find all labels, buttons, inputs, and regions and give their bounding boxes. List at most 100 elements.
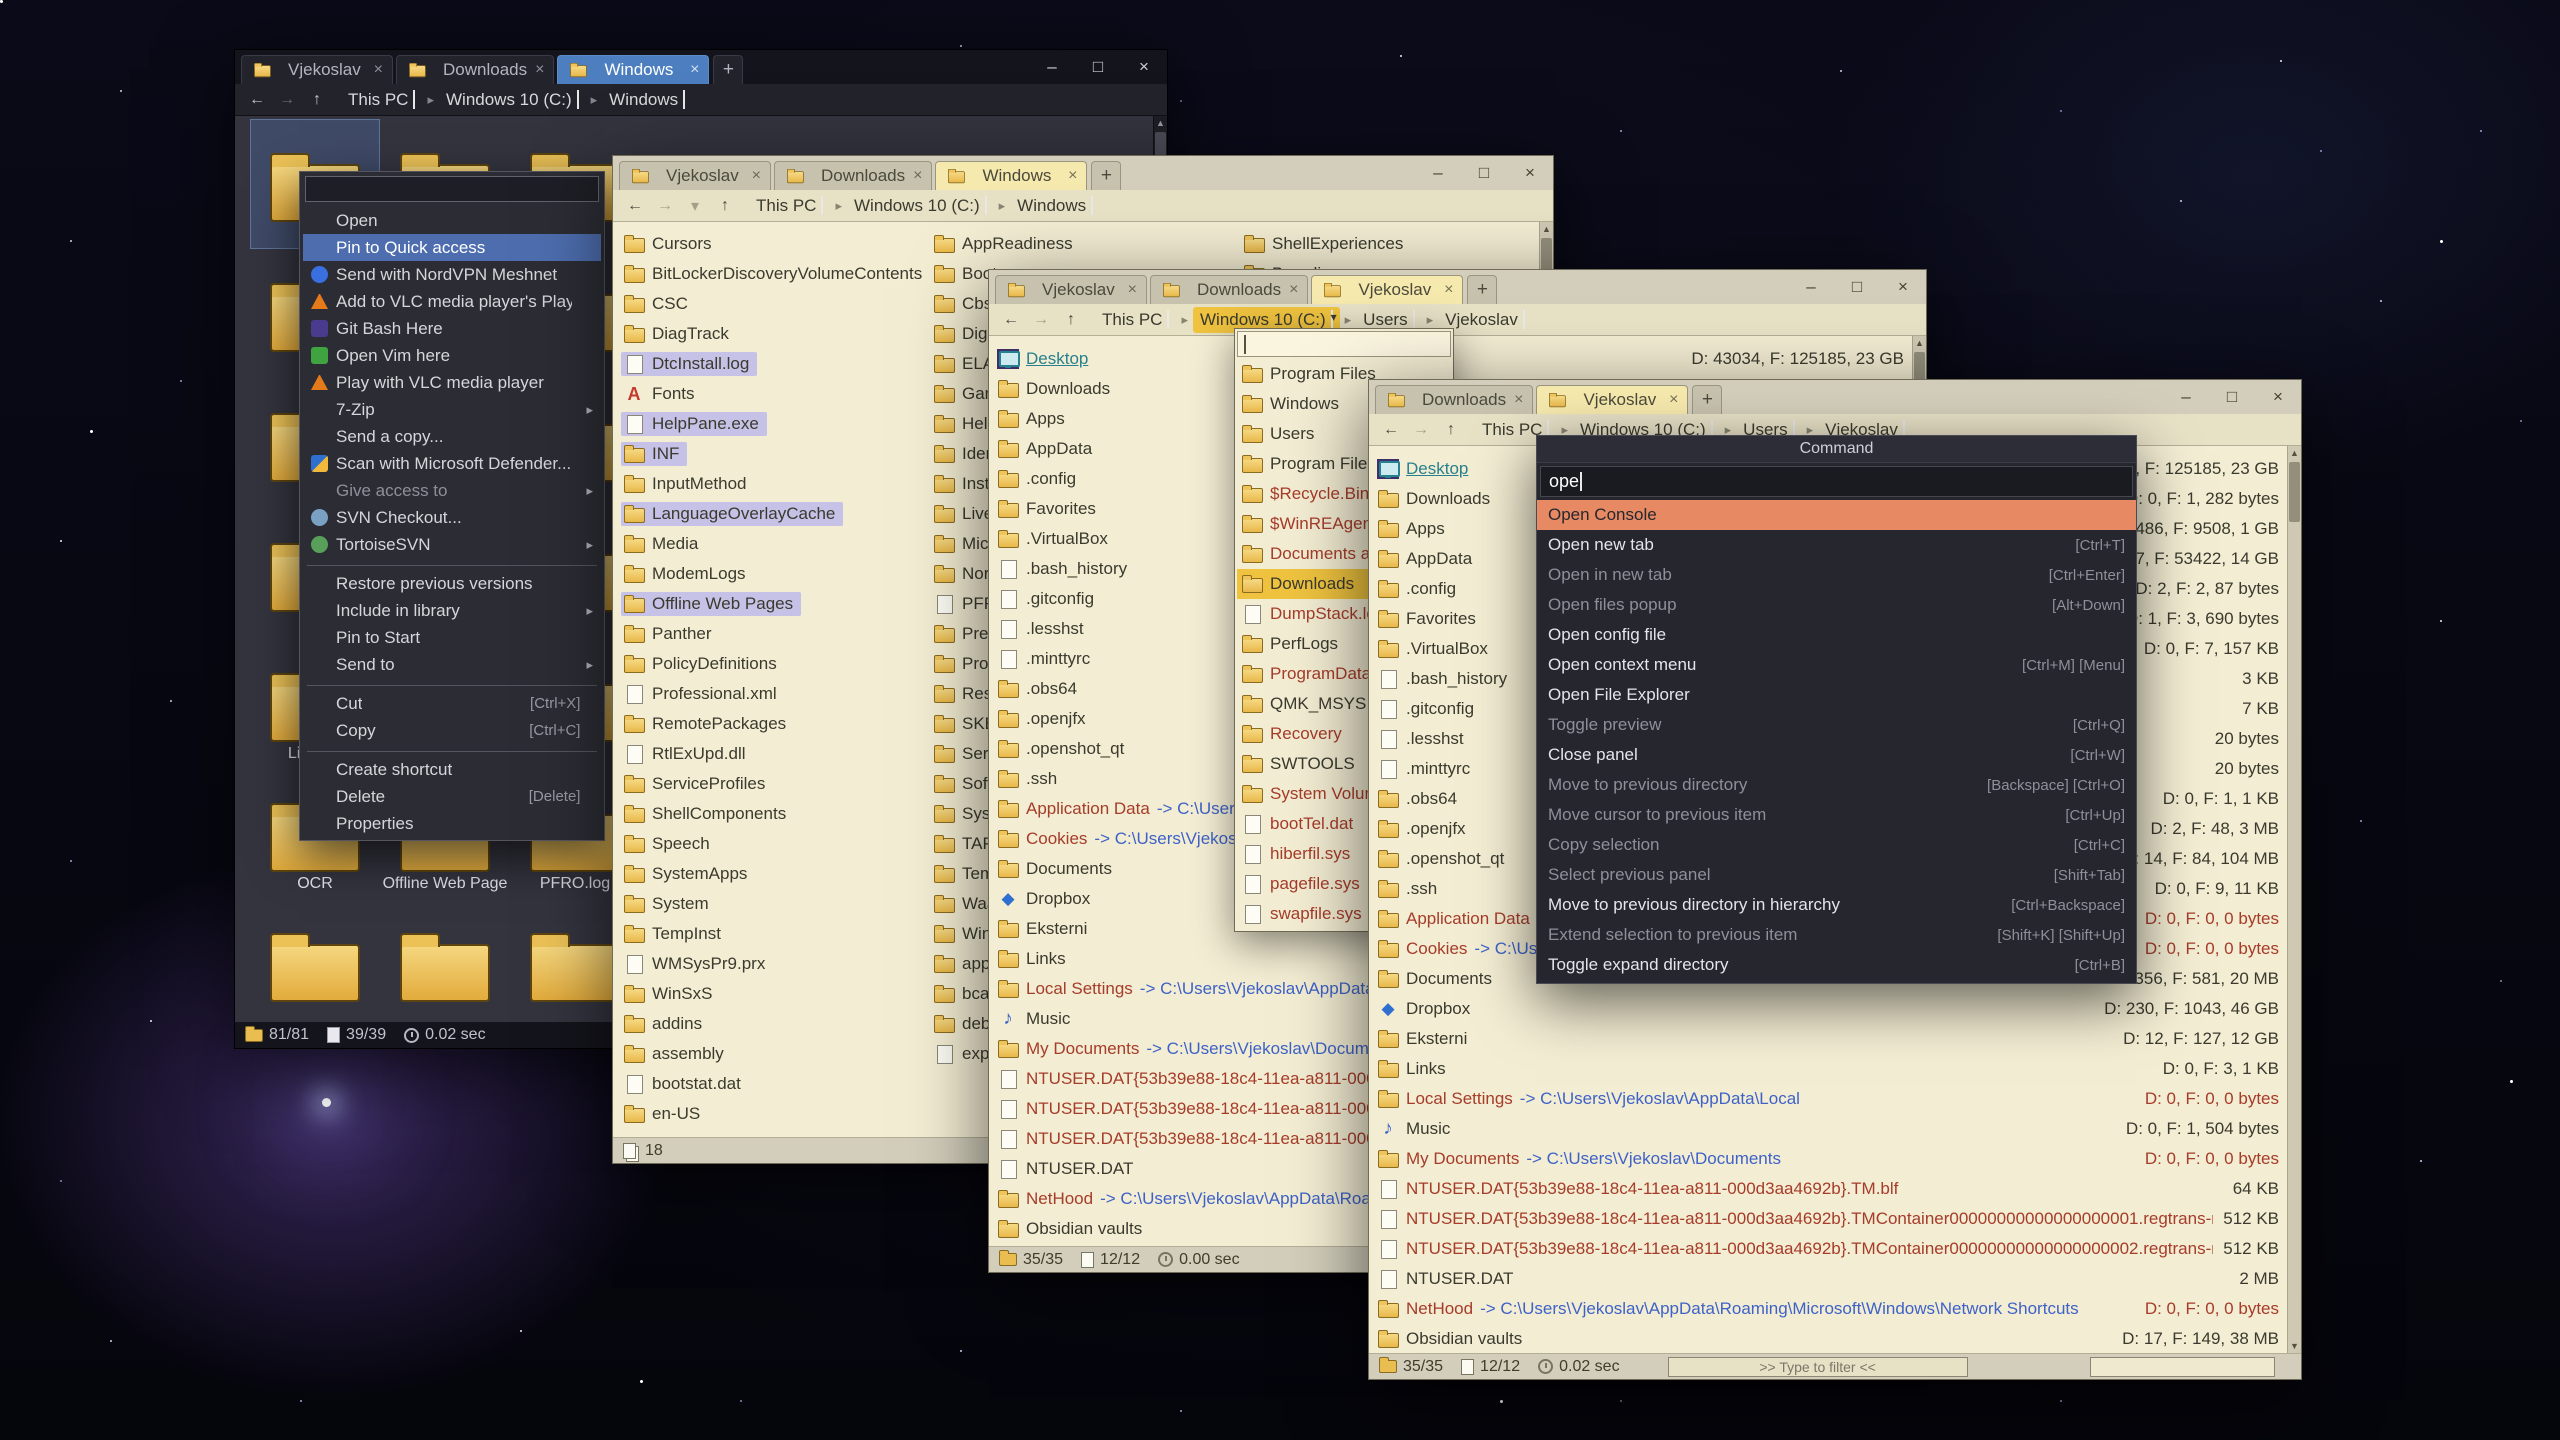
context-menu-item[interactable]: TortoiseSVN ▸ — [303, 531, 601, 558]
forward-button[interactable]: → — [273, 88, 301, 112]
close-button[interactable]: × — [1507, 156, 1553, 190]
tab-close-icon[interactable]: × — [1514, 391, 1523, 409]
file-row[interactable]: Obsidian vaults D: 17, F: 149, 38 MB — [1377, 1324, 2295, 1353]
filter-input[interactable]: >> Type to filter << — [1668, 1357, 1968, 1377]
new-tab-button[interactable]: + — [713, 55, 743, 84]
context-menu-item[interactable]: Add to VLC media player's Playlist ▸ — [303, 288, 601, 315]
tab-close-icon[interactable]: × — [535, 61, 544, 79]
file-row[interactable]: NTUSER.DAT{53b39e88-18c4-11ea-a811-000d3… — [1377, 1174, 2295, 1204]
command-item[interactable]: Toggle expand directory [Ctrl+B] — [1537, 950, 2136, 980]
breadcrumb-segment[interactable]: Windows 10 (C:) — [439, 87, 586, 113]
path-input[interactable] — [2090, 1357, 2275, 1377]
file-row[interactable]: Panther — [621, 619, 931, 649]
scroll-up-icon[interactable]: ▲ — [1154, 116, 1167, 130]
breadcrumb-segment[interactable]: This PC — [341, 87, 422, 113]
file-row[interactable]: AppReadiness — [931, 229, 1241, 259]
maximize-button[interactable]: □ — [1075, 50, 1121, 84]
back-button[interactable]: ← — [621, 194, 649, 218]
command-item[interactable]: Select previous panel [Shift+Tab] — [1537, 860, 2136, 890]
file-row[interactable]: WinSxS — [621, 979, 931, 1009]
file-row[interactable]: DtcInstall.log — [621, 349, 931, 379]
file-row[interactable]: Desktop D: 43034, F: 125185, 23 GB — [997, 344, 1920, 374]
file-row[interactable]: CSC — [621, 289, 931, 319]
scrollbar-thumb[interactable] — [2289, 462, 2300, 522]
maximize-button[interactable]: □ — [1461, 156, 1507, 190]
tab[interactable]: Vjekoslav × — [1311, 275, 1463, 304]
context-menu-item[interactable]: Cut [Ctrl+X] ▸ — [303, 690, 601, 717]
file-row[interactable]: en-US — [621, 1099, 931, 1129]
context-menu-item[interactable]: Pin to Quick access ▸ — [303, 234, 601, 261]
context-menu-item[interactable]: Restore previous versions ▸ — [303, 570, 601, 597]
context-menu-item[interactable]: Properties ▸ — [303, 810, 601, 837]
file-row[interactable]: NTUSER.DAT{53b39e88-18c4-11ea-a811-000d3… — [1377, 1234, 2295, 1264]
forward-button[interactable]: → — [1407, 418, 1435, 442]
file-row[interactable]: RemotePackages — [621, 709, 931, 739]
titlebar[interactable]: Vjekoslav × Downloads × Windows × + – □ — [235, 50, 1167, 84]
tab-close-icon[interactable]: × — [1128, 281, 1137, 299]
command-palette-input[interactable]: ope — [1540, 466, 2133, 497]
back-button[interactable]: ← — [1377, 418, 1405, 442]
context-menu-item[interactable]: Open ▸ — [303, 207, 601, 234]
breadcrumb-segment[interactable]: Windows — [602, 87, 692, 113]
file-row[interactable]: Eksterni D: 12, F: 127, 12 GB — [1377, 1024, 2295, 1054]
tab[interactable]: Downloads × — [396, 55, 554, 84]
command-item[interactable]: Toggle preview [Ctrl+Q] — [1537, 710, 2136, 740]
context-menu-item[interactable]: Pin to Start ▸ — [303, 624, 601, 651]
file-row[interactable]: RtlExUpd.dll — [621, 739, 931, 769]
tab[interactable]: Vjekoslav × — [1536, 385, 1688, 414]
context-menu-item[interactable]: Copy [Ctrl+C] ▸ — [303, 717, 601, 744]
context-menu-item[interactable]: Include in library ▸ — [303, 597, 601, 624]
file-row[interactable]: PolicyDefinitions — [621, 649, 931, 679]
tab[interactable]: Windows × — [557, 55, 709, 84]
context-menu-item[interactable]: SVN Checkout... ▸ — [303, 504, 601, 531]
file-row[interactable]: addins — [621, 1009, 931, 1039]
tab-close-icon[interactable]: × — [374, 61, 383, 79]
command-item[interactable]: Extend selection to previous item [Shift… — [1537, 920, 2136, 950]
file-row[interactable]: BitLockerDiscoveryVolumeContents — [621, 259, 931, 289]
file-row[interactable]: System — [621, 889, 931, 919]
file-row[interactable]: Local Settings -> C:\Users\Vjekoslav\App… — [1377, 1084, 2295, 1114]
titlebar[interactable]: Vjekoslav × Downloads × Vjekoslav × + – … — [989, 270, 1926, 304]
file-row[interactable]: LanguageOverlayCache — [621, 499, 931, 529]
back-button[interactable]: ← — [997, 308, 1025, 332]
tab-close-icon[interactable]: × — [752, 167, 761, 185]
file-row[interactable]: ShellExperiences — [1241, 229, 1551, 259]
command-item[interactable]: Close panel [Ctrl+W] — [1537, 740, 2136, 770]
context-menu-item[interactable]: Create shortcut ▸ — [303, 756, 601, 783]
scroll-down-icon[interactable]: ▼ — [2288, 1339, 2301, 1353]
new-tab-button[interactable]: + — [1692, 385, 1722, 414]
file-row[interactable]: Speech — [621, 829, 931, 859]
maximize-button[interactable]: □ — [2209, 380, 2255, 414]
tab-close-icon[interactable]: × — [1669, 391, 1678, 409]
minimize-button[interactable]: – — [2163, 380, 2209, 414]
scroll-up-icon[interactable]: ▲ — [1540, 222, 1553, 236]
file-row[interactable]: SystemApps — [621, 859, 931, 889]
command-item[interactable]: Open config file — [1537, 620, 2136, 650]
breadcrumb-segment[interactable]: This PC — [749, 193, 830, 219]
tab-close-icon[interactable]: × — [913, 167, 922, 185]
file-row[interactable]: Links D: 0, F: 3, 1 KB — [1377, 1054, 2295, 1084]
tab[interactable]: Windows × — [935, 161, 1087, 190]
context-menu-item[interactable]: Scan with Microsoft Defender... ▸ — [303, 450, 601, 477]
context-menu-item[interactable]: Send to ▸ — [303, 651, 601, 678]
up-button[interactable]: ↑ — [1437, 418, 1465, 442]
command-item[interactable]: Open File Explorer — [1537, 680, 2136, 710]
file-row[interactable]: assembly — [621, 1039, 931, 1069]
file-row[interactable]: NTUSER.DAT 2 MB — [1377, 1264, 2295, 1294]
file-row[interactable]: ModemLogs — [621, 559, 931, 589]
file-row[interactable]: WMSysPr9.prx — [621, 949, 931, 979]
file-row[interactable]: Offline Web Pages — [621, 589, 931, 619]
tab-close-icon[interactable]: × — [1289, 281, 1298, 299]
tab-close-icon[interactable]: × — [1444, 281, 1453, 299]
file-row[interactable]: InputMethod — [621, 469, 931, 499]
grid-item[interactable] — [381, 900, 509, 1022]
up-button[interactable]: ↑ — [303, 88, 331, 112]
tab[interactable]: Vjekoslav × — [619, 161, 771, 190]
command-item[interactable]: Open Console — [1537, 500, 2136, 530]
context-menu-item[interactable]: 7-Zip ▸ — [303, 396, 601, 423]
titlebar[interactable]: Downloads × Vjekoslav × + – □ × — [1369, 380, 2301, 414]
tab[interactable]: Downloads × — [774, 161, 932, 190]
up-button[interactable]: ↑ — [1057, 308, 1085, 332]
grid-item[interactable] — [251, 900, 379, 1022]
command-item[interactable]: Move to previous directory [Backspace] [… — [1537, 770, 2136, 800]
